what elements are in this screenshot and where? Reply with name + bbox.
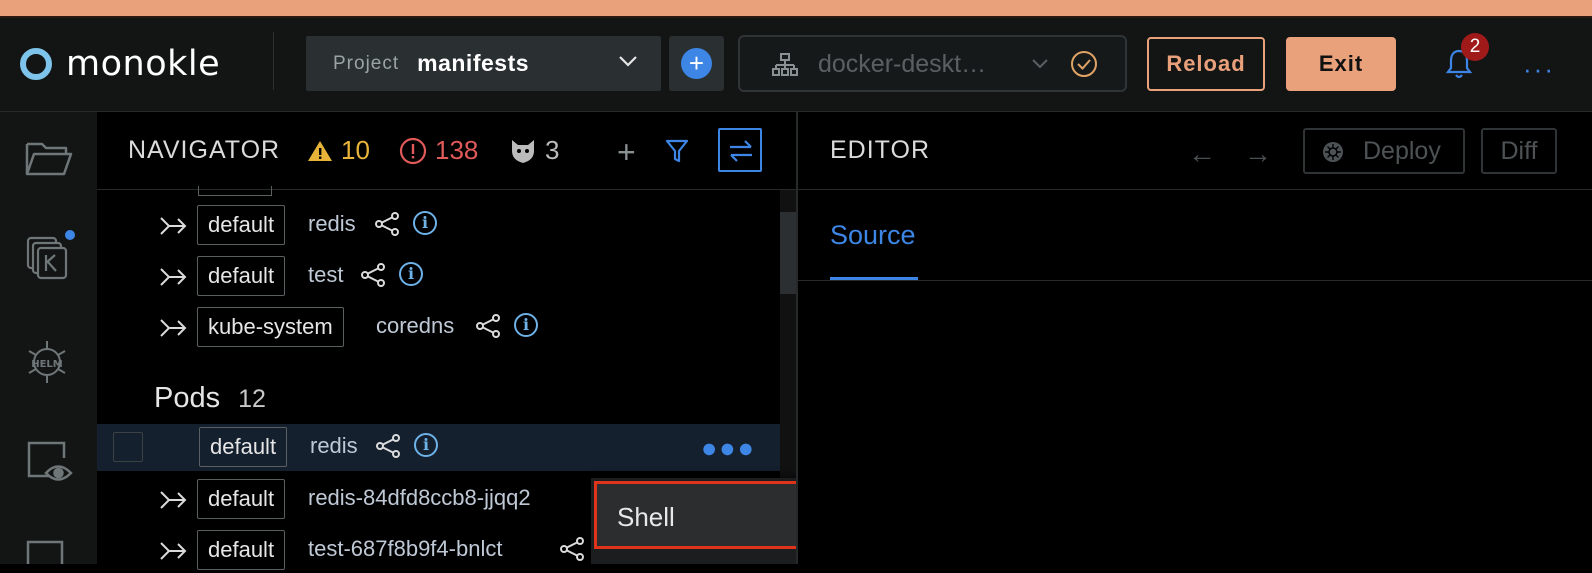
logo-icon — [20, 48, 52, 80]
cluster-selector[interactable]: docker-deskt… — [738, 35, 1127, 92]
active-tab-indicator — [830, 277, 918, 280]
activity-indicator — [65, 230, 75, 240]
row-more-button[interactable]: ●●● — [701, 433, 756, 464]
resource-name: redis-84dfd8ccb8-jjqq2 — [308, 485, 531, 510]
section-pods[interactable]: Pods 12 — [154, 382, 266, 415]
filter-icon[interactable] — [665, 138, 689, 164]
resource-row[interactable]: default redis i — [97, 202, 780, 248]
incoming-link-icon — [160, 542, 187, 560]
compare-icon[interactable] — [24, 536, 70, 564]
reload-button[interactable]: Reload — [1147, 37, 1265, 91]
errors-count: 138 — [435, 135, 479, 165]
resource-name: redis — [310, 433, 358, 458]
helm-icon[interactable]: HELM — [24, 338, 70, 386]
back-arrow-icon[interactable]: ← — [1188, 138, 1216, 170]
notification-badge: 2 — [1461, 33, 1489, 61]
navigator-header: NAVIGATOR 10 138 3 + — [97, 112, 796, 190]
section-count: 12 — [238, 385, 266, 413]
relations-icon[interactable] — [559, 537, 585, 561]
resource-name: redis — [308, 211, 356, 236]
resource-name: test-687f8b9f4-bnlct — [308, 536, 503, 561]
deploy-label: Deploy — [1363, 137, 1441, 165]
top-header: monokle Project manifests + docker-deskt… — [0, 18, 1592, 112]
namespace-tag: default — [197, 205, 286, 245]
cluster-name: docker-deskt… — [818, 50, 987, 78]
resource-row[interactable]: default test i — [97, 253, 780, 299]
resource-name: coredns — [376, 313, 455, 338]
logo: monokle — [20, 44, 220, 84]
incoming-link-icon — [160, 217, 187, 235]
editor-header: EDITOR ← → Deploy Diff — [798, 112, 1592, 190]
swap-arrows-icon — [730, 140, 752, 162]
activity-bar: HELM — [0, 112, 97, 564]
project-selector[interactable]: Project manifests — [306, 36, 661, 91]
exit-button[interactable]: Exit — [1286, 37, 1396, 91]
namespace-tag: default — [197, 256, 286, 296]
scrollbar-thumb[interactable] — [780, 212, 796, 294]
kubernetes-icon — [1323, 142, 1343, 162]
info-icon[interactable]: i — [399, 262, 423, 286]
project-value: manifests — [417, 50, 530, 76]
window-top-stripe — [0, 0, 1592, 18]
policies-counter[interactable]: 3 — [509, 135, 559, 166]
namespace-tag: default — [197, 479, 286, 519]
collapse-toggle-button[interactable] — [718, 128, 762, 172]
section-title: Pods — [154, 382, 221, 414]
info-icon[interactable]: i — [414, 433, 438, 457]
navigator-title: NAVIGATOR — [128, 136, 281, 164]
project-label: Project — [333, 52, 400, 74]
deploy-button[interactable]: Deploy — [1303, 128, 1465, 174]
tab-source[interactable]: Source — [830, 220, 916, 251]
policy-icon — [512, 139, 534, 163]
preview-icon[interactable] — [24, 438, 74, 486]
incoming-link-icon — [160, 319, 187, 337]
warning-icon — [308, 140, 332, 161]
warnings-counter[interactable]: 10 — [307, 135, 370, 166]
editor-title: EDITOR — [830, 136, 930, 164]
diff-button[interactable]: Diff — [1481, 128, 1557, 174]
namespace-tag: default — [197, 530, 286, 570]
forward-arrow-icon[interactable]: → — [1244, 138, 1272, 170]
incoming-link-icon — [160, 491, 187, 509]
clipped-namespace-tag — [198, 186, 272, 196]
menu-item-label: Shell — [617, 502, 675, 532]
cluster-icon — [772, 53, 798, 76]
info-icon[interactable]: i — [413, 211, 437, 235]
chevron-down-icon — [619, 56, 637, 67]
cluster-resources-icon[interactable] — [24, 234, 70, 282]
resource-name: test — [308, 262, 344, 287]
chevron-down-icon — [1032, 59, 1048, 69]
add-resource-button[interactable]: + — [617, 134, 636, 171]
editor-tabs: Source — [798, 190, 1592, 281]
app-name: monokle — [66, 44, 221, 84]
folder-open-icon[interactable] — [24, 138, 74, 178]
namespace-tag: default — [199, 427, 288, 467]
resource-row[interactable]: kube-system coredns i — [97, 304, 780, 350]
errors-counter[interactable]: 138 — [399, 135, 478, 166]
relations-icon[interactable] — [360, 263, 386, 287]
info-icon[interactable]: i — [514, 313, 538, 337]
add-project-button[interactable]: + — [669, 36, 724, 91]
error-icon — [399, 137, 427, 164]
check-circle-icon — [1071, 51, 1097, 77]
relations-icon[interactable] — [374, 212, 400, 236]
plus-icon: + — [681, 48, 712, 79]
row-checkbox[interactable] — [113, 432, 143, 462]
relations-icon[interactable] — [475, 314, 501, 338]
warnings-count: 10 — [341, 135, 370, 165]
header-divider — [273, 32, 274, 90]
selected-resource-row[interactable]: default redis i ●●● — [97, 424, 780, 471]
svg-text:HELM: HELM — [31, 359, 63, 370]
editor-pane: EDITOR ← → Deploy Diff Source — [798, 112, 1592, 564]
namespace-tag: kube-system — [197, 307, 344, 347]
relations-icon[interactable] — [375, 434, 401, 458]
incoming-link-icon — [160, 268, 187, 286]
policies-count: 3 — [545, 135, 560, 165]
more-menu-button[interactable]: ··· — [1523, 54, 1555, 85]
